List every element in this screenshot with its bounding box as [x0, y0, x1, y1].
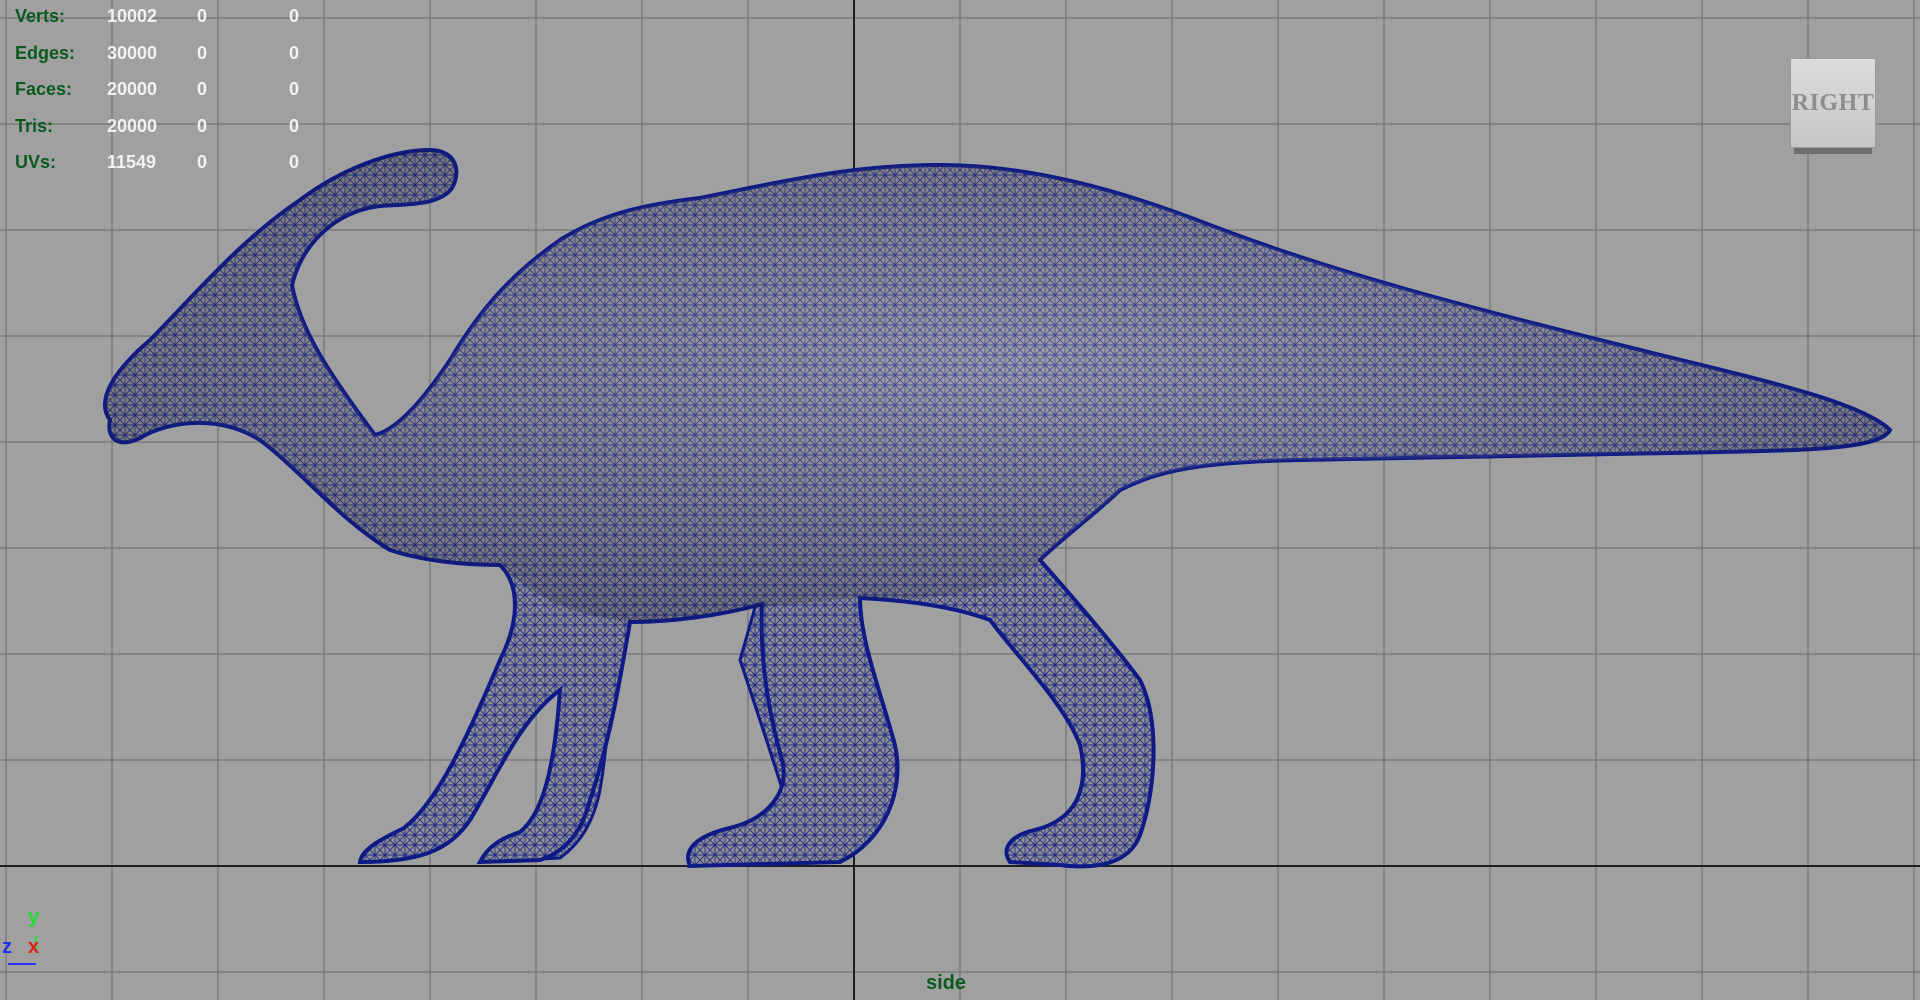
- dinosaur-mesh-icon[interactable]: [103, 147, 1893, 869]
- hud-value-selected: 0: [197, 152, 208, 172]
- hud-value-other: 0: [289, 79, 300, 99]
- hud-value-total: 20000: [107, 115, 158, 136]
- hud-value-total: 11549: [107, 152, 157, 172]
- hud-label-text: Tris:: [15, 115, 54, 136]
- hud-value-total: 10002: [107, 6, 158, 26]
- hud-label-text: Verts:: [15, 6, 66, 26]
- axis-gizmo-icon: y z x: [0, 906, 60, 971]
- hud-value-other: 0: [289, 115, 300, 136]
- view-name-label: side: [926, 972, 967, 994]
- viewport-scene: [0, 0, 1920, 1000]
- hud-value-selected: 0: [197, 6, 208, 26]
- axis-z-label: z: [2, 936, 12, 958]
- axis-x-label: x: [28, 936, 40, 958]
- hud-label-text: UVs:: [15, 152, 57, 172]
- hud-value-other: 0: [289, 42, 300, 63]
- hud-label-text: Edges:: [15, 42, 76, 63]
- hud-value-selected: 0: [197, 79, 208, 99]
- hud-value-other: 0: [289, 152, 300, 172]
- hud-value-selected: 0: [197, 115, 208, 136]
- viewcube-button[interactable]: RIGHT: [1790, 58, 1876, 148]
- hud-value-total: 20000: [107, 79, 158, 99]
- hud-value-other: 0: [289, 6, 300, 26]
- axis-y-label: y: [28, 906, 40, 928]
- hud-label-text: Faces:: [15, 79, 73, 99]
- hud-value-selected: 0: [197, 42, 208, 63]
- side-viewport[interactable]: Verts: 10002 0 0 Edges: 30000 0 0 Faces: 20000 0 0 T…: [0, 0, 1920, 1000]
- hud-value-total: 30000: [107, 42, 158, 63]
